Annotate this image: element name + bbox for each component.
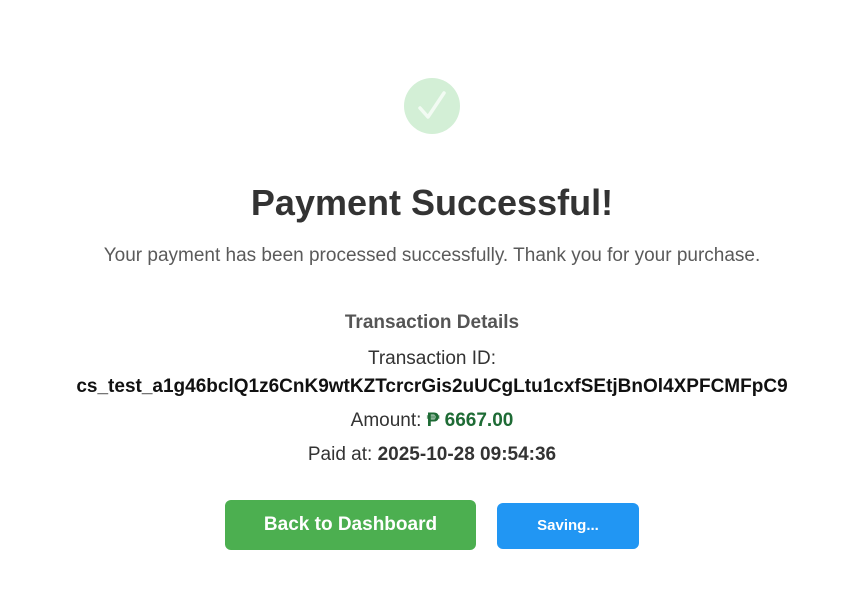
amount-value: ₱ 6667.00 [426,410,514,431]
transaction-id-value: cs_test_a1g46bclQ1z6CnK9wtKZTcrcrGis2uUC… [76,376,788,397]
paid-at-label: Paid at: [307,444,373,465]
page-title: Payment Successful! [250,182,614,223]
paid-at-row: Paid at: 2025-10-28 09:54:36 [0,443,864,467]
amount-label: Amount: [350,410,422,431]
amount-row: Amount: ₱ 6667.00 [0,409,864,433]
success-checkmark-icon [404,78,460,134]
saving-button[interactable]: Saving... [497,503,639,549]
transaction-details-heading: Transaction Details [344,312,520,333]
back-to-dashboard-button[interactable]: Back to Dashboard [225,500,476,550]
transaction-id-label: Transaction ID: [367,348,497,369]
checkmark-icon [418,91,446,119]
payment-success-page: Payment Successful! Your payment has bee… [0,0,864,615]
paid-at-value: 2025-10-28 09:54:36 [377,444,557,465]
success-message: Your payment has been processed successf… [103,245,761,266]
